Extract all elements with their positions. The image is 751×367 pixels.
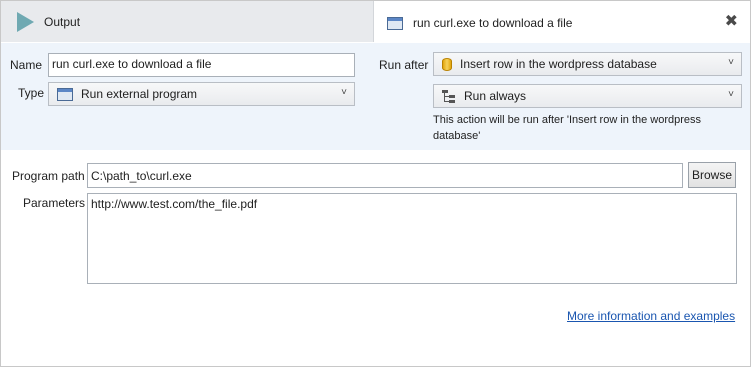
tab-output-label: Output xyxy=(44,14,81,29)
run-condition-select[interactable]: Run always ˅ xyxy=(433,84,742,108)
action-editor-window: Output run curl.exe to download a file ✖… xyxy=(0,0,751,367)
program-path-label: Program path xyxy=(12,169,85,183)
program-path-field[interactable]: C:\path_to\curl.exe xyxy=(87,163,683,188)
run-condition-value: Run always xyxy=(464,89,527,103)
database-icon xyxy=(442,57,452,71)
name-field[interactable]: run curl.exe to download a file xyxy=(48,53,355,77)
more-info-link[interactable]: More information and examples xyxy=(567,309,735,323)
browse-button[interactable]: Browse xyxy=(688,162,736,188)
run-after-label: Run after xyxy=(379,58,429,72)
parameters-label: Parameters xyxy=(23,196,86,210)
window-icon xyxy=(387,16,403,30)
action-settings-panel: Name run curl.exe to download a file Typ… xyxy=(1,43,750,150)
tab-action[interactable]: run curl.exe to download a file ✖ xyxy=(374,1,750,43)
run-after-select-value: Insert row in the wordpress database xyxy=(460,57,657,71)
chevron-down-icon: ˅ xyxy=(341,87,347,98)
type-select-value: Run external program xyxy=(81,87,198,101)
chevron-down-icon: ˅ xyxy=(728,57,734,68)
tab-output[interactable]: Output xyxy=(1,1,374,42)
type-label: Type xyxy=(18,86,45,100)
tree-icon xyxy=(442,89,456,103)
program-icon xyxy=(57,87,73,101)
run-after-select[interactable]: Insert row in the wordpress database ˅ xyxy=(433,52,742,76)
run-after-note: This action will be run after 'Insert ro… xyxy=(433,114,702,142)
tab-bar: Output run curl.exe to download a file ✖ xyxy=(1,1,750,43)
tab-action-label: run curl.exe to download a file xyxy=(413,16,573,30)
name-label: Name xyxy=(10,58,43,72)
type-select[interactable]: Run external program ˅ xyxy=(48,82,355,106)
parameters-field[interactable]: http://www.test.com/the_file.pdf xyxy=(87,193,737,284)
chevron-down-icon: ˅ xyxy=(728,89,734,100)
close-icon[interactable]: ✖ xyxy=(725,14,738,30)
play-icon xyxy=(17,11,34,32)
